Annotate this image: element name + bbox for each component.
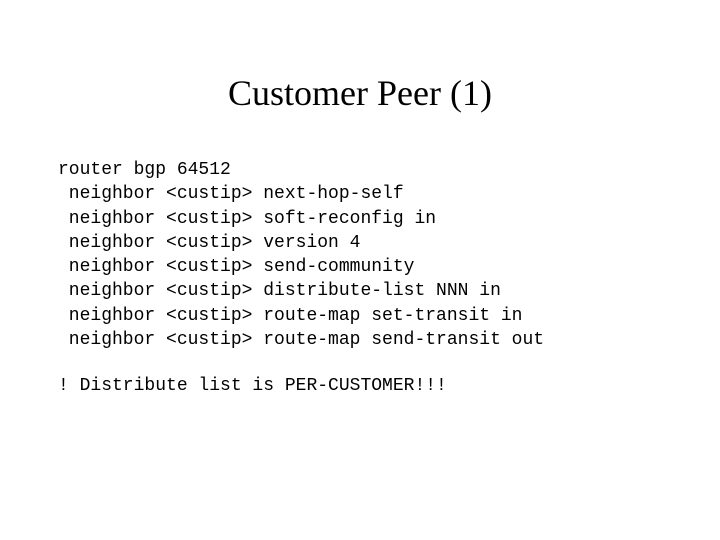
config-line: neighbor <custip> route-map set-transit … [58, 306, 522, 326]
config-line: neighbor <custip> distribute-list NNN in [58, 281, 501, 301]
config-line: neighbor <custip> send-community [58, 257, 414, 277]
comment-line: ! Distribute list is PER-CUSTOMER!!! [58, 376, 447, 396]
config-line: router bgp 64512 [58, 160, 231, 180]
config-line: neighbor <custip> soft-reconfig in [58, 209, 436, 229]
config-line: neighbor <custip> next-hop-self [58, 184, 404, 204]
bgp-config-block: router bgp 64512 neighbor <custip> next-… [58, 158, 544, 352]
slide: Customer Peer (1) router bgp 64512 neigh… [0, 0, 720, 540]
page-title: Customer Peer (1) [0, 72, 720, 114]
config-line: neighbor <custip> route-map send-transit… [58, 330, 544, 350]
config-line: neighbor <custip> version 4 [58, 233, 360, 253]
